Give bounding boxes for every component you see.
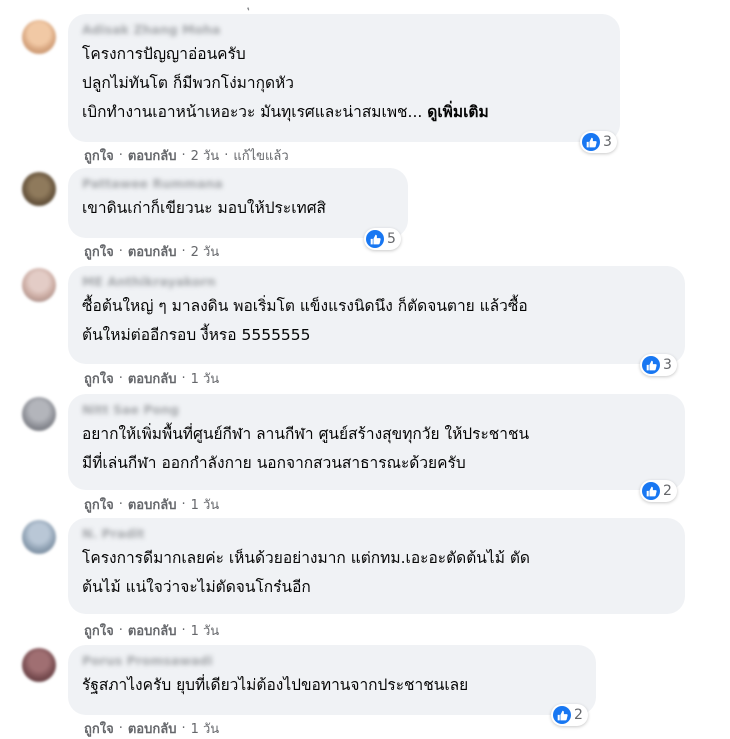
- comment-text: โครงการดีมากเลยค่ะ เห็นด้วยอย่างมาก แต่ก…: [82, 549, 530, 596]
- comment-time[interactable]: 1 วัน: [191, 620, 220, 641]
- comment-actions: ถูกใจ · ตอบกลับ · 2 วัน: [84, 241, 219, 262]
- comment-text: รัฐสภาไงครับ ยุบที่เดียวไม่ต้องไปขอทานจา…: [82, 676, 469, 694]
- comment-author[interactable]: Adisak Zhang Moha: [82, 22, 606, 40]
- like-thumb-icon: [553, 706, 571, 724]
- comment-time[interactable]: 1 วัน: [191, 718, 220, 739]
- like-action[interactable]: ถูกใจ: [84, 368, 114, 389]
- reaction-count: 3: [603, 134, 612, 150]
- comment-text: อยากให้เพิ่มพื้นที่ศูนย์กีฬา ลานกีฬา ศูน…: [82, 425, 530, 472]
- reply-action[interactable]: ตอบกลับ: [128, 145, 177, 166]
- reaction-summary[interactable]: 3: [640, 354, 677, 376]
- like-action[interactable]: ถูกใจ: [84, 620, 114, 641]
- comment-actions: ถูกใจ · ตอบกลับ · 1 วัน: [84, 368, 219, 389]
- comment-actions: ถูกใจ · ตอบกลับ · 2 วัน · แก้ไขแล้ว: [84, 145, 289, 166]
- like-action[interactable]: ถูกใจ: [84, 718, 114, 739]
- reaction-count: 2: [574, 707, 583, 723]
- edited-label[interactable]: แก้ไขแล้ว: [233, 145, 288, 166]
- avatar[interactable]: [22, 397, 56, 431]
- like-action[interactable]: ถูกใจ: [84, 241, 114, 262]
- comment-actions: ถูกใจ · ตอบกลับ · 1 วัน: [84, 718, 219, 739]
- like-thumb-icon: [642, 356, 660, 374]
- reaction-summary[interactable]: 2: [640, 480, 677, 502]
- reply-action[interactable]: ตอบกลับ: [128, 494, 177, 515]
- avatar[interactable]: [22, 268, 56, 302]
- comment-author[interactable]: ME Anthikrayakorn: [82, 274, 671, 292]
- reaction-summary[interactable]: 2: [551, 704, 588, 726]
- avatar[interactable]: [22, 172, 56, 206]
- comment-author[interactable]: Porus Promsawadi: [82, 653, 582, 671]
- reaction-summary[interactable]: 3: [580, 131, 617, 153]
- reaction-summary[interactable]: 5: [364, 228, 401, 250]
- avatar[interactable]: [22, 20, 56, 54]
- comment-time[interactable]: 2 วัน: [191, 241, 220, 262]
- comment-time[interactable]: 1 วัน: [191, 494, 220, 515]
- comment-bubble: N. Pradit โครงการดีมากเลยค่ะ เห็นด้วยอย่…: [68, 518, 685, 614]
- comment-author[interactable]: Nitt Sae Pong: [82, 402, 671, 420]
- like-thumb-icon: [582, 133, 600, 151]
- see-more-link[interactable]: ดูเพิ่มเติม: [427, 103, 488, 121]
- comment-text: โครงการปัญญาอ่อนครับ ปลูกไม่ทันโต ก็มีพว…: [82, 45, 489, 121]
- comment-actions: ถูกใจ · ตอบกลับ · 1 วัน: [84, 494, 219, 515]
- comment-author[interactable]: Pattawee Rummana: [82, 176, 394, 194]
- reaction-count: 2: [663, 483, 672, 499]
- like-thumb-icon: [642, 482, 660, 500]
- avatar[interactable]: [22, 648, 56, 682]
- reaction-count: 3: [663, 357, 672, 373]
- like-action[interactable]: ถูกใจ: [84, 145, 114, 166]
- reply-action[interactable]: ตอบกลับ: [128, 368, 177, 389]
- comment-bubble: ME Anthikrayakorn ซื้อต้นใหญ่ ๆ มาลงดิน …: [68, 266, 685, 364]
- reply-action[interactable]: ตอบกลับ: [128, 620, 177, 641]
- reply-action[interactable]: ตอบกลับ: [128, 718, 177, 739]
- comment-author[interactable]: N. Pradit: [82, 526, 671, 544]
- comment-bubble: Adisak Zhang Moha โครงการปัญญาอ่อนครับ ป…: [68, 14, 620, 142]
- like-action[interactable]: ถูกใจ: [84, 494, 114, 515]
- comment-actions: ถูกใจ · ตอบกลับ · 1 วัน: [84, 620, 219, 641]
- comment-time[interactable]: 2 วัน: [191, 145, 220, 166]
- comment-text: ซื้อต้นใหญ่ ๆ มาลงดิน พอเริ่มโต แข็งแรงน…: [82, 297, 528, 344]
- comment-bubble: Pattawee Rummana เขาดินเก่าก็เขียวนะ มอบ…: [68, 168, 408, 238]
- comment-time[interactable]: 1 วัน: [191, 368, 220, 389]
- reaction-count: 5: [387, 231, 396, 247]
- comment-text: เขาดินเก่าก็เขียวนะ มอบให้ประเทศสิ: [82, 199, 327, 217]
- cropped-fragment: ุ: [250, 0, 270, 4]
- reply-action[interactable]: ตอบกลับ: [128, 241, 177, 262]
- like-thumb-icon: [366, 230, 384, 248]
- avatar[interactable]: [22, 520, 56, 554]
- comment-bubble: Porus Promsawadi รัฐสภาไงครับ ยุบที่เดีย…: [68, 645, 596, 715]
- comment-bubble: Nitt Sae Pong อยากให้เพิ่มพื้นที่ศูนย์กี…: [68, 394, 685, 490]
